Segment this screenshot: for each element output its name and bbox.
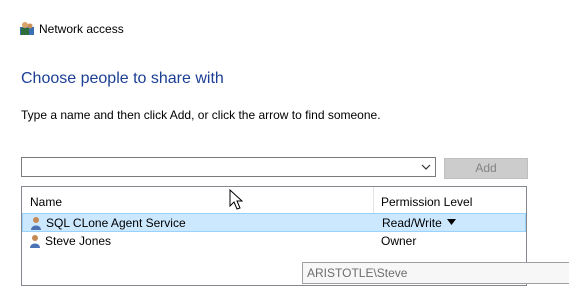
column-header-name[interactable]: Name <box>30 194 62 210</box>
chevron-down-icon[interactable] <box>421 162 431 172</box>
row-permission[interactable]: Read/Write <box>382 215 442 231</box>
name-combo-box[interactable] <box>21 157 436 177</box>
caret-down-icon[interactable] <box>447 219 456 225</box>
page-title: Choose people to share with <box>21 70 224 87</box>
instruction-text: Type a name and then click Add, or click… <box>21 108 381 122</box>
list-row[interactable]: SQL CLone Agent Service Read/Write <box>22 213 526 232</box>
user-icon <box>30 235 40 248</box>
mouse-pointer-icon <box>229 189 243 210</box>
column-header-permission[interactable]: Permission Level <box>381 194 472 210</box>
column-divider[interactable] <box>373 187 374 213</box>
network-users-icon <box>20 22 34 35</box>
list-row[interactable]: Steve Jones Owner <box>22 232 526 251</box>
list-header: Name Permission Level <box>22 187 526 214</box>
row-permission: Owner <box>381 234 417 248</box>
add-button[interactable]: Add <box>444 158 528 179</box>
user-icon <box>31 217 41 230</box>
tooltip: ARISTOTLE\Steve <box>302 262 569 284</box>
row-name: SQL CLone Agent Service <box>46 216 186 230</box>
window-title: Network access <box>39 22 124 36</box>
title-bar: Network access <box>0 0 569 60</box>
row-name: Steve Jones <box>45 234 112 248</box>
